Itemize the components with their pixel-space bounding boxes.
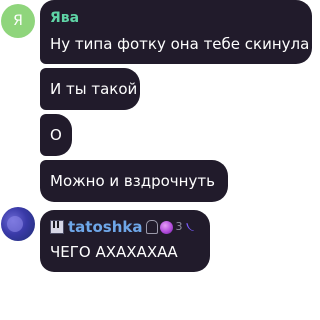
message-bubble[interactable]: О	[40, 114, 72, 156]
message-text: Можно и вздрочнуть	[50, 172, 215, 190]
message-bubble[interactable]: tatoshka 3 ᭥ ЧЕГО АХАХАХАА	[40, 210, 210, 272]
message-bubble[interactable]: И ты такой	[40, 68, 140, 110]
message-bubble[interactable]: Можно и вздрочнуть	[40, 160, 228, 202]
ghost-icon	[146, 220, 159, 234]
crystal-ball-icon	[160, 220, 174, 234]
sender-name[interactable]: Ява	[50, 8, 302, 28]
message-text: ЧЕГО АХАХАХАА	[50, 243, 178, 261]
avatar-tatoshka[interactable]	[1, 207, 35, 241]
sender-name[interactable]: tatoshka	[68, 217, 142, 237]
message-text: И ты такой	[50, 80, 138, 98]
piano-icon	[50, 220, 64, 234]
message-text: О	[50, 126, 62, 144]
avatar-yava[interactable]: Я	[1, 4, 35, 38]
small-glyph-icon: 3	[175, 220, 183, 233]
message-text: Ну типа фотку она тебе скинула	[50, 35, 310, 53]
sender-row: tatoshka 3 ᭥	[50, 216, 200, 238]
avatar-image	[7, 216, 23, 232]
swirl-icon: ᭥	[185, 219, 195, 235]
avatar-initial: Я	[13, 13, 23, 29]
message-bubble[interactable]: Ява Ну типа фотку она тебе скинула	[40, 0, 312, 64]
